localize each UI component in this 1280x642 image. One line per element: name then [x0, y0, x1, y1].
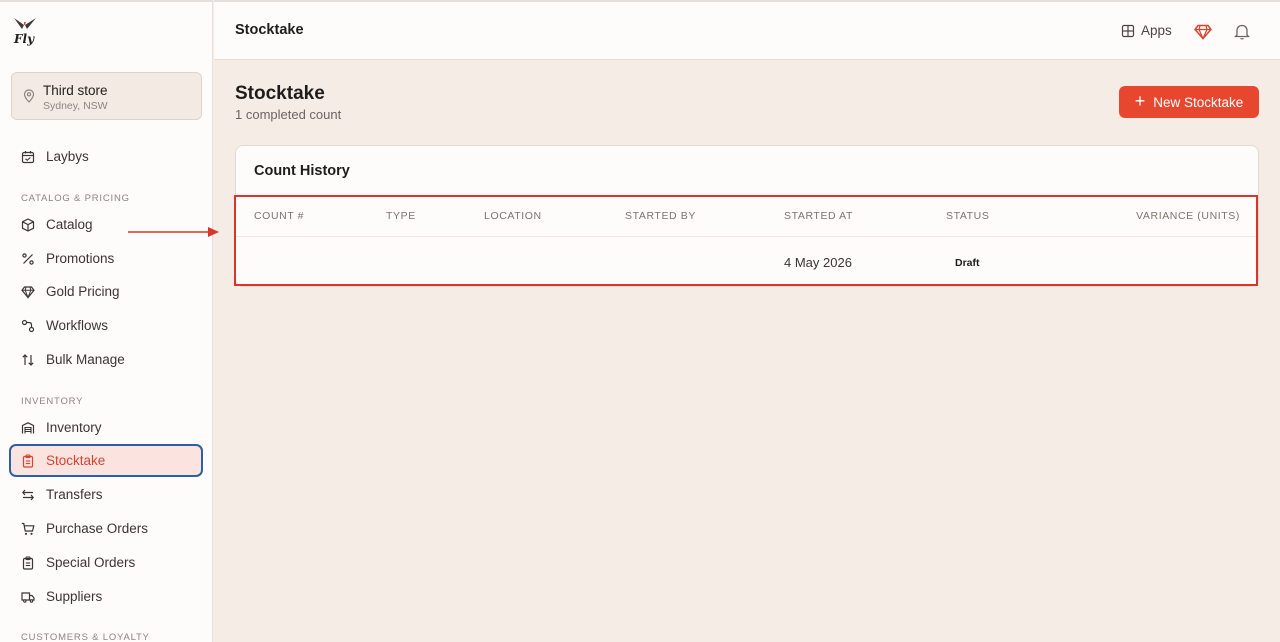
calendar-icon — [21, 150, 35, 164]
gem-icon[interactable] — [1194, 24, 1212, 45]
warehouse-icon — [21, 421, 35, 435]
sidebar-item-label: Inventory — [46, 420, 102, 435]
sidebar-item-label: Bulk Manage — [46, 352, 125, 367]
sidebar-item-purchase-orders[interactable]: Purchase Orders — [9, 512, 203, 545]
column-header-type[interactable]: TYPE — [386, 210, 416, 222]
section-label-inventory: INVENTORY — [21, 396, 84, 407]
status-badge: Draft — [955, 257, 980, 269]
section-label-catalog: CATALOG & PRICING — [21, 193, 130, 204]
sidebar: Fly Third store Sydney, NSW Laybys CATAL… — [0, 0, 213, 642]
transfer-icon — [21, 488, 35, 502]
count-history-title: Count History — [254, 163, 350, 179]
store-name: Third store — [43, 83, 108, 98]
percent-icon — [21, 252, 35, 266]
new-stocktake-label: New Stocktake — [1153, 94, 1244, 110]
divider — [236, 236, 1258, 237]
sidebar-item-suppliers[interactable]: Suppliers — [9, 580, 203, 613]
apps-button[interactable]: Apps — [1121, 23, 1172, 38]
cell-started-at: 4 May 2026 — [784, 255, 852, 270]
arrows-up-down-icon — [21, 353, 35, 367]
sidebar-item-label: Suppliers — [46, 589, 103, 604]
topbar-title: Stocktake — [235, 22, 304, 38]
sidebar-item-workflows[interactable]: Workflows — [9, 309, 203, 342]
column-header-variance[interactable]: VARIANCE (UNITS) — [1136, 210, 1240, 222]
sidebar-item-bulk-manage[interactable]: Bulk Manage — [9, 343, 203, 376]
sidebar-item-inventory[interactable]: Inventory — [9, 411, 203, 444]
bird-icon — [14, 18, 36, 29]
column-header-status[interactable]: STATUS — [946, 210, 989, 222]
sidebar-item-laybys[interactable]: Laybys — [9, 140, 203, 173]
sidebar-item-gold-pricing[interactable]: Gold Pricing — [9, 275, 203, 308]
sidebar-item-label: Purchase Orders — [46, 521, 149, 536]
brand-logo-text: Fly — [14, 32, 35, 46]
box-icon — [21, 217, 35, 232]
sidebar-item-label: Workflows — [46, 318, 109, 333]
sidebar-item-label: Catalog — [46, 217, 93, 232]
sidebar-item-transfers[interactable]: Transfers — [9, 478, 203, 511]
new-stocktake-button[interactable]: + New Stocktake — [1119, 86, 1259, 118]
gem-icon — [21, 285, 35, 299]
column-header-location[interactable]: LOCATION — [484, 210, 542, 222]
grid-icon — [1121, 24, 1135, 38]
cart-icon — [21, 522, 35, 536]
workflow-icon — [21, 319, 35, 333]
sidebar-item-label: Special Orders — [46, 555, 136, 570]
page-subtitle: 1 completed count — [235, 107, 342, 122]
count-history-card: Count History COUNT # TYPE LOCATION STAR… — [235, 145, 1259, 287]
bell-icon[interactable] — [1233, 23, 1251, 45]
divider — [236, 196, 1258, 197]
column-header-count[interactable]: COUNT # — [254, 210, 304, 222]
sidebar-item-special-orders[interactable]: Special Orders — [9, 546, 203, 579]
sidebar-item-label: Promotions — [46, 251, 115, 266]
column-header-started-by[interactable]: STARTED BY — [625, 210, 696, 222]
section-label-customers: CUSTOMERS & LOYALTY — [21, 632, 150, 642]
store-selector[interactable]: Third store Sydney, NSW — [11, 72, 202, 120]
clipboard-list-icon — [21, 555, 35, 570]
arrow-icon — [128, 227, 219, 237]
store-location: Sydney, NSW — [43, 100, 108, 112]
apps-label: Apps — [1141, 23, 1172, 38]
sidebar-item-promotions[interactable]: Promotions — [9, 242, 203, 275]
clipboard-icon — [21, 453, 35, 468]
column-header-started-at[interactable]: STARTED AT — [784, 210, 853, 222]
plus-icon: + — [1134, 91, 1146, 111]
page-title: Stocktake — [235, 83, 325, 104]
sidebar-item-label: Laybys — [46, 149, 89, 164]
sidebar-item-label: Stocktake — [46, 453, 106, 468]
sidebar-item-label: Transfers — [46, 487, 103, 502]
topbar: Stocktake Apps — [214, 0, 1280, 60]
sidebar-item-label: Gold Pricing — [46, 284, 120, 299]
sidebar-item-stocktake[interactable]: Stocktake — [9, 444, 203, 477]
map-pin-icon — [23, 89, 35, 103]
truck-icon — [21, 590, 35, 604]
